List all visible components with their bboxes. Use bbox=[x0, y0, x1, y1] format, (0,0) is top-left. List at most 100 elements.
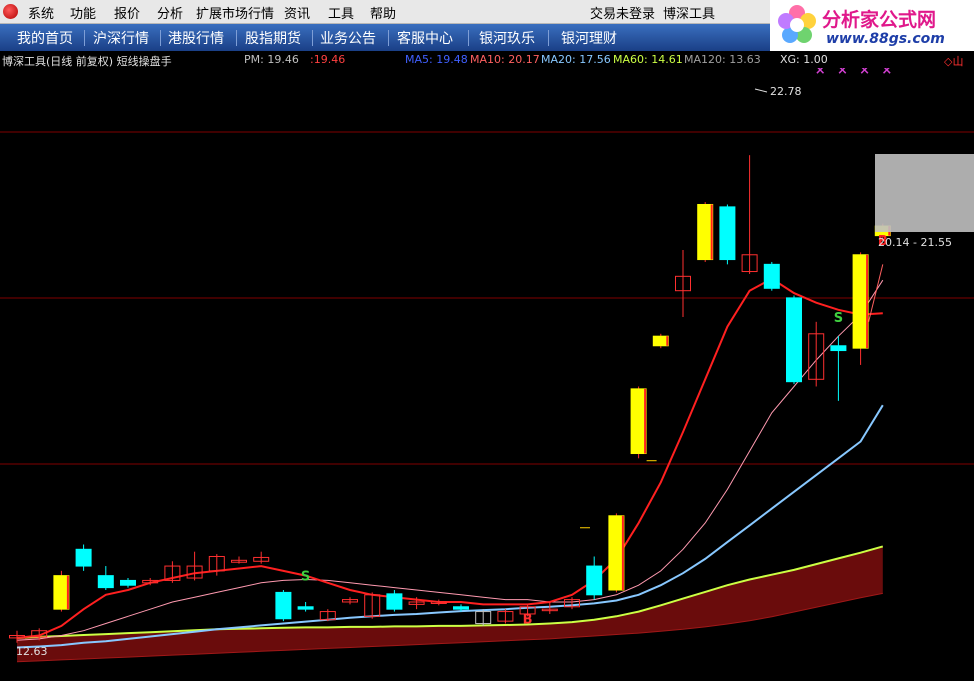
candle bbox=[697, 202, 714, 262]
watermark-url: www.88gs.com bbox=[826, 31, 945, 47]
candlesticks bbox=[9, 155, 891, 643]
candle bbox=[475, 609, 492, 626]
tab-shanghai-shenzhen[interactable]: 沪深行情 bbox=[93, 28, 149, 48]
high-price-label: 22.78 bbox=[770, 85, 802, 98]
candle bbox=[763, 261, 780, 291]
candle-body bbox=[630, 388, 647, 455]
ma10-value: MA10: 20.17 bbox=[470, 53, 540, 66]
app-logo-icon bbox=[3, 4, 18, 19]
menu-function[interactable]: 功能 bbox=[70, 3, 96, 22]
window-control-icon[interactable]: ◇山 bbox=[944, 53, 963, 69]
candle-body bbox=[608, 515, 625, 591]
candle bbox=[497, 609, 514, 624]
candle-body bbox=[697, 203, 714, 261]
candle bbox=[586, 556, 603, 600]
candle bbox=[608, 513, 625, 593]
menu-news[interactable]: 资讯 bbox=[284, 3, 310, 22]
tab-customer-service[interactable]: 客服中心 bbox=[397, 28, 453, 48]
xg-marker: × bbox=[881, 68, 892, 78]
menu-analysis[interactable]: 分析 bbox=[157, 3, 183, 22]
candle bbox=[652, 333, 669, 349]
candle-body bbox=[386, 593, 403, 610]
ma5-value: MA5: 19.48 bbox=[405, 53, 468, 66]
low-price-label: 12.63 bbox=[16, 645, 48, 658]
candle-body bbox=[453, 606, 469, 610]
candle-body bbox=[586, 565, 603, 596]
candle bbox=[186, 551, 203, 581]
ma60-value: MA60: 14.61 bbox=[613, 53, 683, 66]
ma20-value: MA20: 17.56 bbox=[541, 53, 611, 66]
xg-marker: × bbox=[859, 68, 870, 78]
candle bbox=[75, 544, 92, 571]
candle-edge bbox=[710, 204, 713, 260]
candle-body bbox=[97, 575, 114, 589]
stock-name: 博深工具 bbox=[663, 7, 716, 22]
pm-extra-value: :19.46 bbox=[310, 53, 346, 66]
sell-signal-marker: S bbox=[834, 311, 843, 326]
tab-home[interactable]: 我的首页 bbox=[17, 28, 73, 48]
candle bbox=[786, 295, 802, 385]
candle bbox=[675, 249, 691, 318]
candle-body bbox=[852, 254, 869, 349]
kline-chart[interactable]: SSBB× × × × 22.78 12.63 20.14 - 21.55 bbox=[0, 68, 974, 681]
candle-body bbox=[53, 575, 70, 610]
signal-markers: SSBB× × × × bbox=[301, 68, 892, 628]
menu-quote[interactable]: 报价 bbox=[114, 3, 140, 22]
candle bbox=[53, 570, 70, 612]
ma120-value: MA120: 13.63 bbox=[684, 53, 761, 66]
candle bbox=[231, 556, 247, 564]
candle-body bbox=[763, 263, 780, 289]
candle bbox=[741, 155, 758, 274]
candle-body bbox=[75, 548, 92, 567]
candle bbox=[564, 597, 580, 610]
candle bbox=[830, 336, 847, 401]
indicator-info-bar: 博深工具(日线 前复权) 短线操盘手 PM: 19.46 :19.46 MA5:… bbox=[0, 52, 974, 68]
xg-value: XG: 1.00 bbox=[780, 53, 828, 66]
candle-edge bbox=[621, 515, 624, 591]
candle bbox=[97, 566, 114, 591]
menu-help[interactable]: 帮助 bbox=[370, 3, 396, 22]
login-status[interactable]: 交易未登录 bbox=[590, 3, 655, 22]
tab-hongkong[interactable]: 港股行情 bbox=[168, 28, 224, 48]
candle bbox=[275, 590, 292, 622]
candle bbox=[120, 578, 136, 588]
candle-body bbox=[719, 206, 736, 261]
candle-body bbox=[275, 591, 292, 620]
flower-logo-icon bbox=[778, 5, 816, 43]
tab-yinhe-finance[interactable]: 银河理财 bbox=[561, 28, 617, 48]
candle bbox=[342, 597, 358, 605]
menu-tools[interactable]: 工具 bbox=[328, 3, 354, 22]
candle-body bbox=[120, 579, 136, 586]
tab-announcements[interactable]: 业务公告 bbox=[320, 28, 376, 48]
candle bbox=[630, 386, 647, 459]
ma120-band bbox=[17, 546, 883, 662]
candle bbox=[852, 252, 869, 365]
candle bbox=[386, 590, 403, 612]
sell-signal-marker: S bbox=[301, 569, 310, 584]
candle-edge bbox=[866, 254, 869, 349]
candle bbox=[719, 204, 736, 265]
candle-edge bbox=[66, 575, 69, 610]
menu-system[interactable]: 系统 bbox=[28, 3, 54, 22]
projection-box bbox=[875, 154, 974, 232]
chart-grid bbox=[0, 131, 974, 465]
high-label-pointer bbox=[754, 88, 768, 93]
candle bbox=[297, 601, 314, 612]
candle bbox=[253, 551, 270, 564]
tab-index-futures[interactable]: 股指期货 bbox=[245, 28, 301, 48]
candle-edge bbox=[666, 336, 669, 346]
candle-edge bbox=[644, 388, 647, 454]
site-watermark: 分析家公式网 www.88gs.com bbox=[770, 0, 974, 51]
range-label: 20.14 - 21.55 bbox=[878, 236, 952, 249]
xg-marker: × bbox=[815, 68, 826, 78]
candle-body bbox=[297, 606, 314, 610]
candle-body bbox=[652, 335, 669, 347]
xg-marker: × bbox=[837, 68, 848, 78]
tab-yinhe-jiule[interactable]: 银河玖乐 bbox=[479, 28, 535, 48]
candle bbox=[319, 609, 336, 622]
candle-body bbox=[830, 345, 847, 352]
chart-title: 博深工具(日线 前复权) 短线操盘手 bbox=[2, 55, 172, 68]
pm-value: PM: 19.46 bbox=[244, 53, 299, 66]
buy-signal-marker: B bbox=[523, 613, 533, 628]
menu-extended-market[interactable]: 扩展市场行情 bbox=[196, 3, 274, 22]
